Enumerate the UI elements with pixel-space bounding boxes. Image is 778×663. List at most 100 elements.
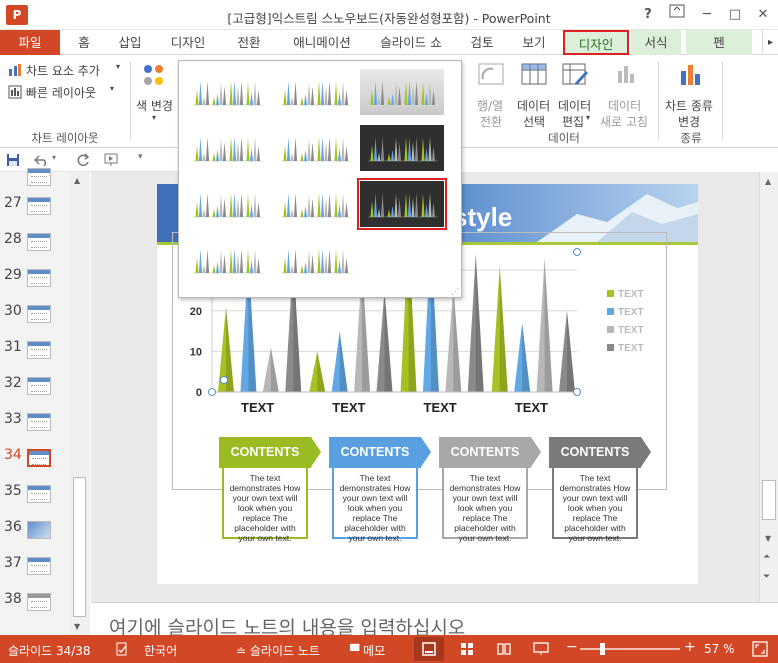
- tab-scroll-right-icon[interactable]: ▸: [762, 30, 778, 55]
- chart-style-5[interactable]: [273, 125, 357, 171]
- plot-area-handle[interactable]: [208, 388, 216, 396]
- slide-thumbnail[interactable]: [27, 305, 51, 323]
- select-data-button[interactable]: 데이터 선택: [515, 61, 553, 129]
- slide-thumbnail[interactable]: [27, 593, 51, 611]
- slide-sorter-icon[interactable]: [460, 642, 474, 656]
- language-indicator[interactable]: 한국어: [144, 642, 177, 659]
- comments-toggle-button[interactable]: ▀ 메모: [350, 642, 385, 659]
- mini-cone: [428, 137, 432, 161]
- minimize-button[interactable]: ─: [696, 4, 718, 26]
- redo-icon[interactable]: [76, 153, 90, 167]
- slideshow-view-icon[interactable]: [533, 642, 549, 656]
- scroll-up-icon[interactable]: ▲: [74, 176, 80, 185]
- tab-view[interactable]: 보기: [510, 30, 558, 55]
- chart-style-8[interactable]: [273, 181, 357, 227]
- tab-insert[interactable]: 삽입: [108, 30, 152, 55]
- zoom-slider-thumb[interactable]: [600, 643, 605, 655]
- slide-thumbnail[interactable]: [27, 557, 51, 575]
- notes-pane[interactable]: 여기에 슬라이드 노트의 내용을 입력하십시오: [91, 602, 778, 635]
- chart-styles-gallery[interactable]: ⋰: [178, 60, 462, 298]
- chart-style-9-selected[interactable]: [357, 178, 447, 230]
- ribbon-separator: [722, 61, 723, 141]
- tab-transitions[interactable]: 전환: [226, 30, 272, 55]
- quick-layout-button[interactable]: 빠른 레이아웃 ▾: [6, 83, 124, 101]
- tab-file[interactable]: 파일: [0, 30, 60, 55]
- slide-thumbnail[interactable]: [27, 413, 51, 431]
- spelling-check-icon[interactable]: [115, 642, 129, 656]
- scrollbar-thumb[interactable]: [73, 477, 86, 617]
- zoom-out-button[interactable]: −: [566, 639, 578, 655]
- slide-thumbnail-current[interactable]: [27, 449, 51, 467]
- plot-area-handle[interactable]: [573, 248, 581, 256]
- chart-style-10[interactable]: [185, 237, 269, 283]
- tab-design[interactable]: 디자인: [160, 30, 216, 55]
- contents-box-1[interactable]: CONTENTS The text demonstrates How your …: [219, 437, 321, 543]
- tab-pen[interactable]: 펜: [686, 30, 752, 55]
- slide-thumbnail[interactable]: [27, 341, 51, 359]
- reading-view-icon[interactable]: [497, 642, 511, 656]
- scroll-up-icon[interactable]: ▲: [765, 177, 771, 186]
- ribbon-display-options-icon[interactable]: [666, 4, 688, 26]
- switch-row-column-button[interactable]: 행/열 전환: [474, 61, 508, 129]
- slide-thumbnail[interactable]: [27, 233, 51, 251]
- notes-toggle-button[interactable]: ≐ 슬라이드 노트: [236, 642, 320, 659]
- chart-style-3[interactable]: [360, 69, 444, 115]
- refresh-data-button[interactable]: 데이터 새로 고침: [600, 61, 656, 129]
- chart-style-2[interactable]: [273, 69, 357, 115]
- slide-thumbnail[interactable]: [27, 197, 51, 215]
- slide-thumbnail[interactable]: [27, 168, 51, 186]
- normal-view-button[interactable]: [414, 637, 444, 661]
- mini-cone: [202, 264, 206, 273]
- previous-slide-icon[interactable]: ⏶: [763, 552, 770, 562]
- change-chart-type-button[interactable]: 차트 종류 변경: [662, 61, 720, 129]
- tab-home[interactable]: 홈: [62, 30, 106, 55]
- tab-slideshow[interactable]: 슬라이드 쇼: [370, 30, 452, 55]
- tab-chart-format[interactable]: 서식: [631, 30, 681, 55]
- slide-thumbnail[interactable]: [27, 485, 51, 503]
- chevron-down-icon: ▾: [116, 62, 121, 71]
- scroll-down-icon[interactable]: ▼: [765, 534, 771, 543]
- slide-thumbnail[interactable]: [27, 377, 51, 395]
- contents-box-3[interactable]: CONTENTS The text demonstrates How your …: [439, 437, 541, 543]
- save-icon[interactable]: [6, 153, 20, 167]
- tab-review[interactable]: 검토: [460, 30, 504, 55]
- mini-cone: [377, 96, 381, 105]
- change-colors-button[interactable]: 색 변경 ▾: [134, 59, 176, 129]
- next-slide-icon[interactable]: ⏷: [763, 572, 770, 582]
- plot-area-handle[interactable]: [573, 388, 581, 396]
- chart-style-11[interactable]: [273, 237, 357, 283]
- zoom-in-button[interactable]: +: [684, 639, 696, 655]
- chart-style-7[interactable]: [185, 181, 269, 227]
- chart-style-6[interactable]: [360, 125, 444, 171]
- close-button[interactable]: ✕: [752, 4, 774, 26]
- customize-qat-icon[interactable]: ▾: [138, 152, 143, 162]
- slide-thumbnail[interactable]: [27, 269, 51, 287]
- restore-button[interactable]: □: [724, 4, 746, 26]
- undo-icon[interactable]: [34, 153, 50, 167]
- mini-cone: [373, 137, 378, 161]
- fit-to-window-icon[interactable]: [752, 641, 768, 657]
- contents-box-4[interactable]: CONTENTS The text demonstrates How your …: [549, 437, 651, 543]
- edit-data-button[interactable]: 데이터 편집 ▾: [556, 61, 598, 129]
- help-button[interactable]: ?: [637, 4, 659, 26]
- mini-cone: [198, 137, 203, 161]
- tab-animations[interactable]: 애니메이션: [280, 30, 364, 55]
- contents-box-2[interactable]: CONTENTS The text demonstrates How your …: [329, 437, 431, 543]
- plot-area-handle[interactable]: [220, 376, 228, 384]
- add-chart-element-button[interactable]: 차트 요소 추가 ▾: [6, 61, 124, 79]
- zoom-level[interactable]: 57 %: [704, 642, 735, 656]
- chart-style-4[interactable]: [185, 125, 269, 171]
- tab-chart-design[interactable]: 디자인: [563, 30, 629, 55]
- chart-style-1[interactable]: [185, 69, 269, 115]
- editor-scrollbar[interactable]: ▲ ▼ ⏶ ⏷: [759, 172, 778, 602]
- mini-cone: [229, 137, 233, 161]
- mini-cone: [377, 152, 381, 161]
- undo-dropdown-icon[interactable]: ▾: [52, 153, 56, 162]
- scrollbar-thumb[interactable]: [762, 480, 776, 520]
- slide-thumbnail[interactable]: [27, 521, 51, 539]
- zoom-slider-track[interactable]: [580, 648, 680, 650]
- scroll-down-icon[interactable]: ▼: [74, 622, 80, 631]
- gallery-resize-grip-icon[interactable]: ⋰: [451, 287, 459, 296]
- thumbnail-scrollbar[interactable]: ▲ ▼: [70, 172, 90, 635]
- start-slideshow-icon[interactable]: [104, 153, 120, 167]
